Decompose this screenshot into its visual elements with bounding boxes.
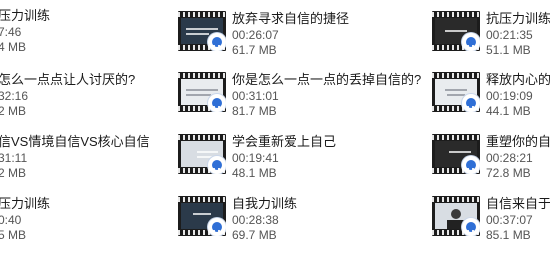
video-badge-icon [208, 156, 226, 174]
video-badge-icon [208, 218, 226, 236]
video-size: 72.8 MB [486, 166, 531, 180]
video-badge-icon [208, 94, 226, 112]
video-item[interactable]: 自我力训练 00:28:38 69.7 MB [178, 196, 378, 260]
video-duration: 31:11 [0, 151, 28, 165]
video-title: 压力训练 [0, 8, 51, 23]
video-title: 信VS情境自信VS核心自信 [0, 134, 150, 149]
video-item[interactable]: 学会重新爱上自己 00:19:41 48.1 MB [178, 134, 378, 198]
video-thumbnail-icon [432, 134, 480, 174]
video-thumbnail-icon [432, 11, 480, 51]
video-badge-icon [462, 218, 480, 236]
video-duration: 00:28:21 [486, 151, 533, 165]
video-title: 抗压力训练 [486, 11, 550, 26]
video-badge-icon [462, 33, 480, 51]
video-item[interactable]: 你是怎么一点一点的丢掉自信的? 00:31:01 81.7 MB [178, 72, 421, 136]
video-item[interactable]: 压力训练 0:40 5 MB [0, 196, 168, 260]
video-thumbnail-icon [432, 72, 480, 112]
video-thumbnail-icon [178, 11, 226, 51]
video-size: 85.1 MB [486, 228, 531, 242]
video-item[interactable]: 放弃寻求自信的捷径 00:26:07 61.7 MB [178, 11, 378, 75]
video-title: 重塑你的自我 [486, 134, 550, 149]
video-title: 怎么一点点让人讨厌的? [0, 72, 136, 87]
video-item[interactable]: 重塑你的自我 00:28:21 72.8 MB [432, 134, 550, 198]
video-thumbnail-icon [178, 72, 226, 112]
video-item[interactable]: 抗压力训练 00:21:35 51.1 MB [432, 11, 550, 75]
video-size: 48.1 MB [232, 166, 277, 180]
video-title: 自信来自于哪 [486, 196, 550, 211]
video-duration: 00:21:35 [486, 28, 533, 42]
video-item[interactable]: 压力训练 7:46 4 MB [0, 8, 168, 72]
video-title: 自我力训练 [232, 196, 298, 211]
video-size: 81.7 MB [232, 104, 277, 118]
video-title: 压力训练 [0, 196, 51, 211]
video-duration: 00:37:07 [486, 213, 533, 227]
video-duration: 00:31:01 [232, 89, 279, 103]
video-item[interactable]: 自信来自于哪 00:37:07 85.1 MB [432, 196, 550, 260]
video-duration: 32:16 [0, 89, 29, 103]
video-duration: 00:26:07 [232, 28, 279, 42]
video-title: 释放内心的力 [486, 72, 550, 87]
video-size: 44.1 MB [486, 104, 531, 118]
video-item[interactable]: 释放内心的力 00:19:09 44.1 MB [432, 72, 550, 136]
video-title: 你是怎么一点一点的丢掉自信的? [232, 72, 422, 87]
video-item[interactable]: 信VS情境自信VS核心自信 31:11 2 MB [0, 134, 168, 198]
video-thumbnail-icon [178, 196, 226, 236]
video-size: 69.7 MB [232, 228, 277, 242]
video-duration: 00:28:38 [232, 213, 279, 227]
video-duration: 0:40 [0, 213, 22, 227]
video-size: 2 MB [0, 104, 27, 118]
video-size: 4 MB [0, 40, 27, 54]
video-badge-icon [462, 156, 480, 174]
video-thumbnail-icon [432, 196, 480, 236]
video-duration: 00:19:09 [486, 89, 533, 103]
video-size: 61.7 MB [232, 43, 277, 57]
video-size: 2 MB [0, 166, 27, 180]
video-badge-icon [208, 33, 226, 51]
video-title: 放弃寻求自信的捷径 [232, 11, 350, 26]
video-duration: 7:46 [0, 25, 22, 39]
video-title: 学会重新爱上自己 [232, 134, 337, 149]
video-size: 51.1 MB [486, 43, 531, 57]
video-badge-icon [462, 94, 480, 112]
video-size: 5 MB [0, 228, 27, 242]
video-duration: 00:19:41 [232, 151, 279, 165]
video-thumbnail-icon [178, 134, 226, 174]
video-item[interactable]: 怎么一点点让人讨厌的? 32:16 2 MB [0, 72, 168, 136]
